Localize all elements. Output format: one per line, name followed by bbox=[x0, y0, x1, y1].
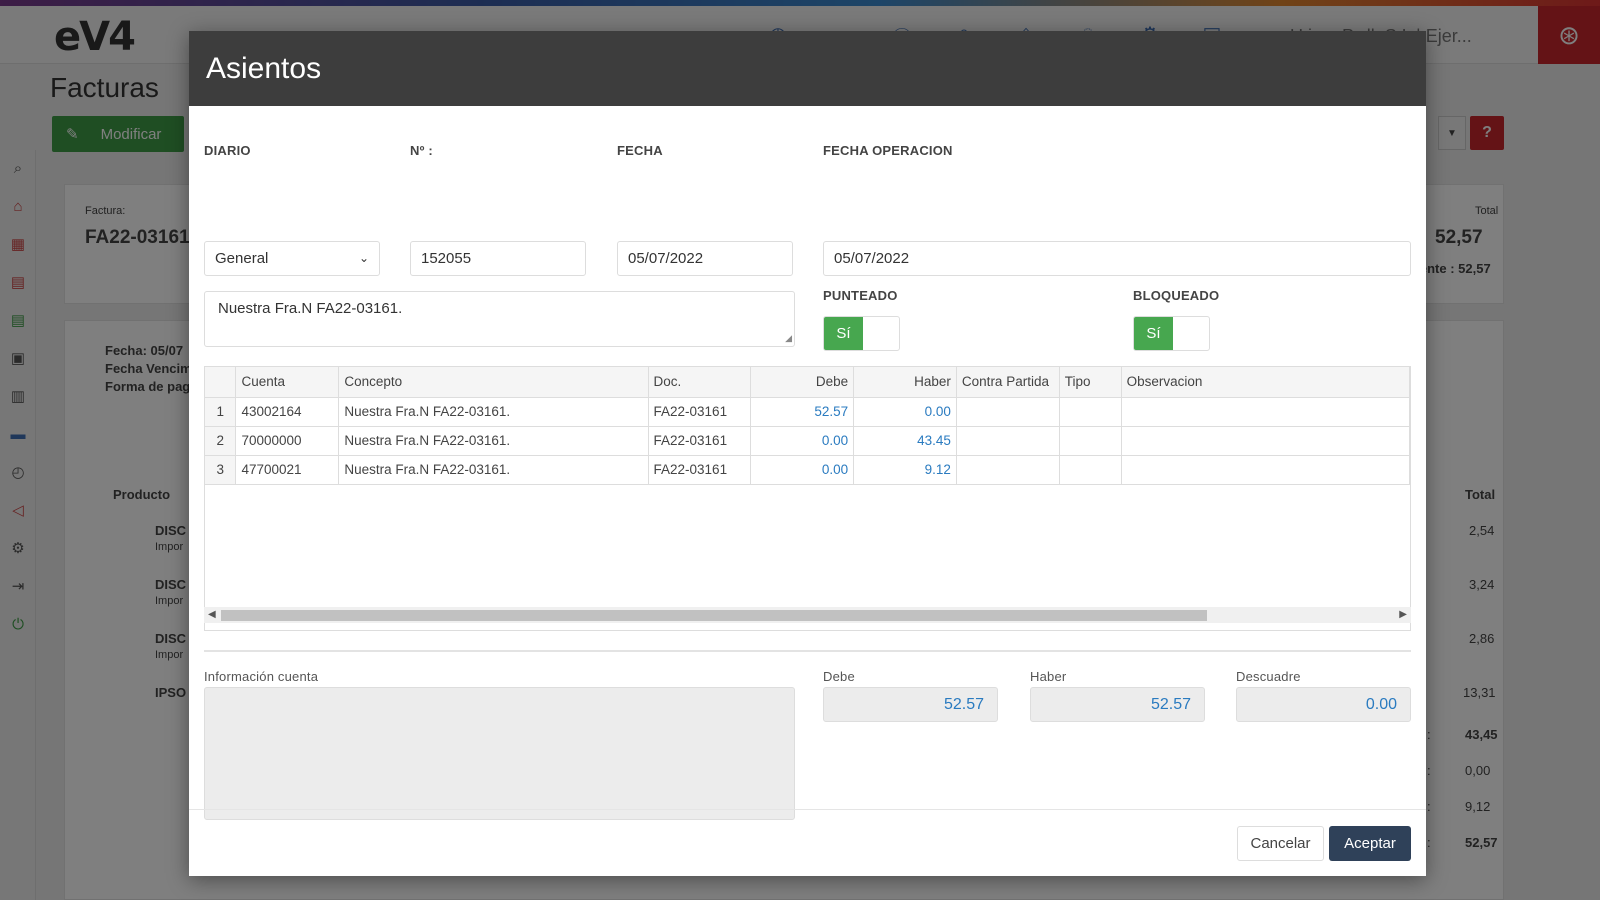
fecha-operacion-input[interactable]: 05/07/2022 bbox=[823, 241, 1411, 276]
cuenta-cell[interactable]: 70000000 bbox=[235, 426, 340, 456]
numero-label: Nº : bbox=[410, 143, 433, 158]
haber-total-value: 52.57 bbox=[1030, 687, 1205, 722]
scroll-left-icon[interactable]: ◀ bbox=[208, 607, 216, 623]
fecha-label: FECHA bbox=[617, 143, 663, 158]
observacion-cell[interactable] bbox=[1121, 426, 1410, 456]
grid-header-doc[interactable]: Doc. bbox=[648, 367, 752, 398]
row-number: 1 bbox=[205, 397, 237, 427]
grid-header-concepto[interactable]: Concepto bbox=[338, 367, 649, 398]
grid-header-row: Cuenta Concepto Doc. Debe Haber Contra P… bbox=[205, 367, 1410, 398]
asientos-modal: Asientos DIARIO General ⌄ Nº : 152055 FE… bbox=[189, 31, 1426, 876]
diario-label: DIARIO bbox=[204, 143, 251, 158]
debe-total-value: 52.57 bbox=[823, 687, 998, 722]
modal-header: Asientos bbox=[189, 31, 1426, 106]
row-number: 2 bbox=[205, 426, 237, 456]
concepto-cell[interactable]: Nuestra Fra.N FA22-03161. bbox=[338, 426, 649, 456]
chevron-down-icon: ⌄ bbox=[358, 251, 369, 265]
asientos-grid: Cuenta Concepto Doc. Debe Haber Contra P… bbox=[204, 366, 1411, 631]
grid-header-cuenta[interactable]: Cuenta bbox=[235, 367, 340, 398]
grid-header-haber[interactable]: Haber bbox=[853, 367, 957, 398]
table-row[interactable]: 1 43002164 Nuestra Fra.N FA22-03161. FA2… bbox=[205, 397, 1410, 427]
cancel-button[interactable]: Cancelar bbox=[1237, 826, 1324, 861]
tipo-cell[interactable] bbox=[1059, 426, 1122, 456]
contra-partida-cell[interactable] bbox=[956, 426, 1060, 456]
numero-input[interactable]: 152055 bbox=[410, 241, 586, 276]
asientos-table: Cuenta Concepto Doc. Debe Haber Contra P… bbox=[205, 367, 1410, 485]
haber-cell[interactable]: 43.45 bbox=[853, 426, 957, 456]
modal-body: DIARIO General ⌄ Nº : 152055 FECHA 05/07… bbox=[189, 106, 1426, 820]
bloqueado-toggle[interactable]: Sí bbox=[1133, 316, 1210, 351]
punteado-toggle[interactable]: Sí bbox=[823, 316, 900, 351]
descripcion-textarea[interactable]: Nuestra Fra.N FA22-03161. ◢ bbox=[204, 291, 795, 347]
contra-partida-cell[interactable] bbox=[956, 455, 1060, 485]
accept-button[interactable]: Aceptar bbox=[1329, 826, 1411, 861]
cuenta-cell[interactable]: 43002164 bbox=[235, 397, 340, 427]
debe-cell[interactable]: 52.57 bbox=[750, 397, 855, 427]
doc-cell[interactable]: FA22-03161 bbox=[648, 455, 752, 485]
info-cuenta-label: Información cuenta bbox=[204, 669, 319, 684]
haber-cell[interactable]: 9.12 bbox=[853, 455, 957, 485]
descuadre-label: Descuadre bbox=[1236, 669, 1301, 684]
bloqueado-toggle-on: Sí bbox=[1134, 317, 1173, 350]
section-divider bbox=[204, 650, 1411, 652]
concepto-cell[interactable]: Nuestra Fra.N FA22-03161. bbox=[338, 397, 649, 427]
doc-cell[interactable]: FA22-03161 bbox=[648, 426, 752, 456]
cuenta-cell[interactable]: 47700021 bbox=[235, 455, 340, 485]
debe-total-label: Debe bbox=[823, 669, 855, 684]
resize-grip-icon[interactable]: ◢ bbox=[785, 333, 792, 344]
bloqueado-label: BLOQUEADO bbox=[1133, 288, 1220, 303]
diario-select[interactable]: General ⌄ bbox=[204, 241, 380, 276]
doc-cell[interactable]: FA22-03161 bbox=[648, 397, 752, 427]
concepto-cell[interactable]: Nuestra Fra.N FA22-03161. bbox=[338, 455, 649, 485]
grid-header-tipo[interactable]: Tipo bbox=[1059, 367, 1122, 398]
scroll-right-icon[interactable]: ▶ bbox=[1399, 607, 1407, 623]
observacion-cell[interactable] bbox=[1121, 455, 1410, 485]
debe-cell[interactable]: 0.00 bbox=[750, 426, 855, 456]
grid-horizontal-scrollbar[interactable]: ◀ ▶ bbox=[204, 607, 1411, 623]
tipo-cell[interactable] bbox=[1059, 397, 1122, 427]
row-number-header bbox=[205, 367, 237, 398]
descuadre-value: 0.00 bbox=[1236, 687, 1411, 722]
haber-total-label: Haber bbox=[1030, 669, 1067, 684]
diario-value: General bbox=[215, 250, 269, 267]
contra-partida-cell[interactable] bbox=[956, 397, 1060, 427]
table-row[interactable]: 2 70000000 Nuestra Fra.N FA22-03161. FA2… bbox=[205, 426, 1410, 456]
scrollbar-thumb[interactable] bbox=[221, 610, 1207, 621]
punteado-label: PUNTEADO bbox=[823, 288, 898, 303]
fecha-operacion-label: FECHA OPERACION bbox=[823, 143, 953, 158]
table-row[interactable]: 3 47700021 Nuestra Fra.N FA22-03161. FA2… bbox=[205, 455, 1410, 485]
modal-title: Asientos bbox=[206, 51, 322, 85]
grid-header-contra-partida[interactable]: Contra Partida bbox=[956, 367, 1060, 398]
info-cuenta-box bbox=[204, 687, 795, 820]
modal-footer: Cancelar Aceptar bbox=[189, 809, 1426, 876]
haber-cell[interactable]: 0.00 bbox=[853, 397, 957, 427]
descripcion-text: Nuestra Fra.N FA22-03161. bbox=[218, 300, 403, 317]
grid-header-observacion[interactable]: Observacion bbox=[1121, 367, 1410, 398]
fecha-input[interactable]: 05/07/2022 bbox=[617, 241, 793, 276]
punteado-toggle-on: Sí bbox=[824, 317, 863, 350]
row-number: 3 bbox=[205, 455, 237, 485]
observacion-cell[interactable] bbox=[1121, 397, 1410, 427]
debe-cell[interactable]: 0.00 bbox=[750, 455, 855, 485]
grid-header-debe[interactable]: Debe bbox=[750, 367, 855, 398]
tipo-cell[interactable] bbox=[1059, 455, 1122, 485]
